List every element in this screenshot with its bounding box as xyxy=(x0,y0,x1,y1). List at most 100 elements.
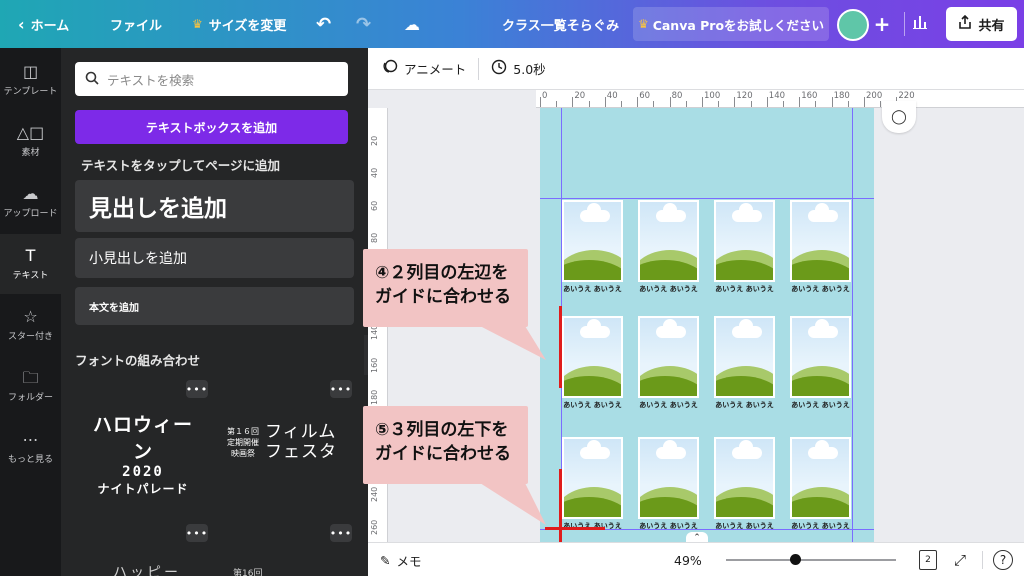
bottom-bar: ✎ メモ 49% 2 ⤢ ? xyxy=(368,542,1024,576)
zoom-percentage[interactable]: 49% xyxy=(674,543,702,576)
ruler-tick xyxy=(702,97,703,107)
ruler-left-label: 160 xyxy=(370,357,379,373)
font-combo-film-festa[interactable]: 第１６回 定期開催 映画祭 フィルム フェスタ xyxy=(227,422,337,462)
zoom-slider-handle[interactable] xyxy=(790,554,801,565)
photo-card[interactable]: あいうえ あいうえ xyxy=(714,200,775,296)
callout-step5-tail xyxy=(480,483,546,525)
landscape-image xyxy=(716,318,773,396)
more-options-button[interactable]: ••• xyxy=(186,524,208,542)
photo-frame xyxy=(714,200,775,282)
redo-button[interactable]: ↷ xyxy=(356,0,371,48)
share-icon xyxy=(958,14,972,33)
add-body-text-button[interactable]: 本文を追加 xyxy=(75,287,354,325)
resize-button[interactable]: ♛ サイズを変更 xyxy=(192,0,286,48)
photo-card[interactable]: あいうえ あいうえ xyxy=(790,437,851,533)
photo-card[interactable]: あいうえ あいうえ xyxy=(562,316,623,412)
photo-card[interactable]: あいうえ あいうえ xyxy=(790,200,851,296)
cloud-check-icon: ☁ xyxy=(404,14,420,34)
photo-card[interactable]: あいうえ あいうえ xyxy=(638,316,699,412)
photo-frame xyxy=(790,200,851,282)
photo-caption: あいうえ あいうえ xyxy=(563,285,622,293)
canva-pro-button[interactable]: ♛ Canva Proをお試しください xyxy=(633,7,829,41)
ruler-top-label: 20 xyxy=(574,91,586,101)
rail-item-folders[interactable]: 🗀 フォルダー xyxy=(0,356,61,416)
ruler-left-label: 140 xyxy=(370,325,379,341)
photo-card[interactable]: あいうえ あいうえ xyxy=(638,437,699,533)
photo-card[interactable]: あいうえ あいうえ xyxy=(638,200,699,296)
photo-card[interactable]: あいうえ あいうえ xyxy=(562,437,623,533)
cloud-save-button[interactable]: ☁ xyxy=(404,0,420,48)
photo-frame xyxy=(790,316,851,398)
add-textbox-button[interactable]: テキストボックスを追加 xyxy=(75,110,348,144)
rail-label: フォルダー xyxy=(7,392,53,403)
cloud-shape xyxy=(808,440,838,459)
rail-label: アップロード xyxy=(3,208,58,219)
fullscreen-button[interactable]: ⤢ xyxy=(954,543,966,576)
font-combo-halloween[interactable]: ハロウィーン 2020 ナイトパレード xyxy=(85,410,201,497)
left-rail: ◫ テンプレート △□ 素材 ☁ アップロード T テキスト ☆ スター付き 🗀… xyxy=(0,48,61,576)
text-panel: テキストを検索 テキストボックスを追加 テキストをタップしてページに追加 見出し… xyxy=(61,48,368,576)
cloud-shape xyxy=(808,319,838,338)
crown-icon: ♛ xyxy=(192,17,203,31)
photo-card[interactable]: あいうえ あいうえ xyxy=(790,316,851,412)
notes-button[interactable]: ✎ メモ xyxy=(380,543,422,576)
rail-item-templates[interactable]: ◫ テンプレート xyxy=(0,50,61,110)
file-menu[interactable]: ファイル xyxy=(110,0,162,48)
rail-label: もっと見る xyxy=(7,454,53,465)
more-options-button[interactable]: ••• xyxy=(186,380,208,398)
font-combo-happy[interactable]: ハッピー xyxy=(113,562,181,576)
rail-label: スター付き xyxy=(7,331,53,342)
top-bar: ‹ ホーム ファイル ♛ サイズを変更 ↶ ↷ ☁ クラス一覧そらぐみ ♛ Ca… xyxy=(0,0,1024,48)
more-options-button[interactable]: ••• xyxy=(330,380,352,398)
bar-chart-icon xyxy=(912,14,928,34)
ruler-tick xyxy=(540,97,541,107)
duration-button[interactable]: 5.0秒 xyxy=(491,59,546,78)
rail-item-uploads[interactable]: ☁ アップロード xyxy=(0,172,61,232)
rail-item-more[interactable]: ⋯ もっと見る xyxy=(0,418,61,478)
combo-line: 2020 xyxy=(122,464,164,480)
cloud-shape xyxy=(656,319,686,338)
photo-frame xyxy=(562,200,623,282)
add-heading-button[interactable]: 見出しを追加 xyxy=(75,180,354,232)
add-people-button[interactable]: + xyxy=(868,9,896,39)
animate-button[interactable]: アニメート xyxy=(382,59,466,78)
ruler-tick xyxy=(815,101,817,107)
callout-line: ガイドに合わせる xyxy=(375,287,511,307)
rail-item-elements[interactable]: △□ 素材 xyxy=(0,111,61,171)
landscape-image xyxy=(716,202,773,280)
chevron-left-icon: ‹ xyxy=(18,14,25,34)
design-page[interactable]: あいうえ あいうえ あいうえ あいうえ あいうえ あいうえ あいうえ あいうえ あいうえ… xyxy=(540,108,874,558)
help-button[interactable]: ? xyxy=(993,550,1013,570)
avatar[interactable] xyxy=(837,9,869,41)
document-title[interactable]: クラス一覧そらぐみ xyxy=(502,0,619,48)
tap-hint: テキストをタップしてページに追加 xyxy=(81,158,281,173)
photo-card[interactable]: あいうえ あいうえ xyxy=(714,316,775,412)
insights-button[interactable] xyxy=(912,0,928,48)
more-options-button[interactable]: ••• xyxy=(330,524,352,542)
photo-card[interactable]: あいうえ あいうえ xyxy=(562,200,623,296)
zoom-slider[interactable] xyxy=(726,559,896,561)
share-button[interactable]: 共有 xyxy=(946,7,1017,41)
context-toolbar: アニメート 5.0秒 xyxy=(368,48,1024,90)
add-subheading-button[interactable]: 小見出しを追加 xyxy=(75,238,354,278)
landscape-image xyxy=(792,202,849,280)
comment-button[interactable]: ◯ xyxy=(882,101,916,133)
rail-item-starred[interactable]: ☆ スター付き xyxy=(0,295,61,355)
guide-vertical[interactable] xyxy=(852,108,853,558)
cloud-shape xyxy=(580,440,610,459)
search-input[interactable]: テキストを検索 xyxy=(75,62,348,96)
font-combo-film-festa-2[interactable]: 第16回 xyxy=(233,566,262,576)
cloud-shape xyxy=(656,203,686,222)
page-count-button[interactable]: 2 xyxy=(919,550,937,570)
guide-horizontal[interactable] xyxy=(540,198,874,199)
combo-line: ハロウィーン xyxy=(92,414,193,463)
ruler-tick xyxy=(685,101,687,107)
undo-button[interactable]: ↶ xyxy=(316,0,331,48)
rail-item-text[interactable]: T テキスト xyxy=(0,234,61,294)
home-button[interactable]: ‹ ホーム xyxy=(18,0,69,48)
search-icon xyxy=(85,71,99,88)
ruler-left: 20406080100120140160180200220240260 xyxy=(368,108,388,558)
photo-caption: あいうえ あいうえ xyxy=(639,285,698,293)
ruler-top-label: 160 xyxy=(801,91,818,101)
photo-card[interactable]: あいうえ あいうえ xyxy=(714,437,775,533)
